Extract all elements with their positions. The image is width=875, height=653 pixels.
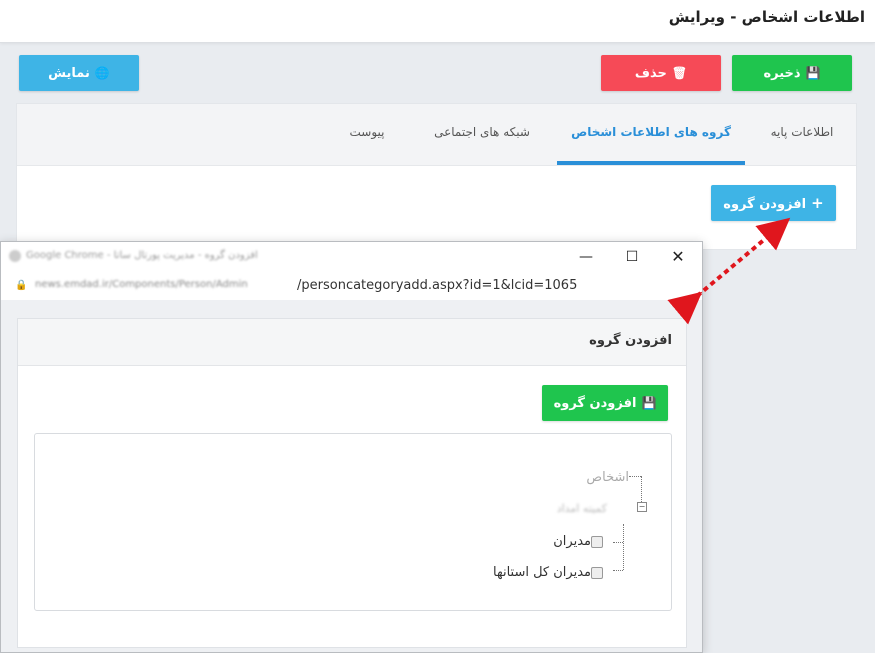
arrow-line: [667, 217, 791, 325]
annotation-arrow: [667, 217, 791, 325]
